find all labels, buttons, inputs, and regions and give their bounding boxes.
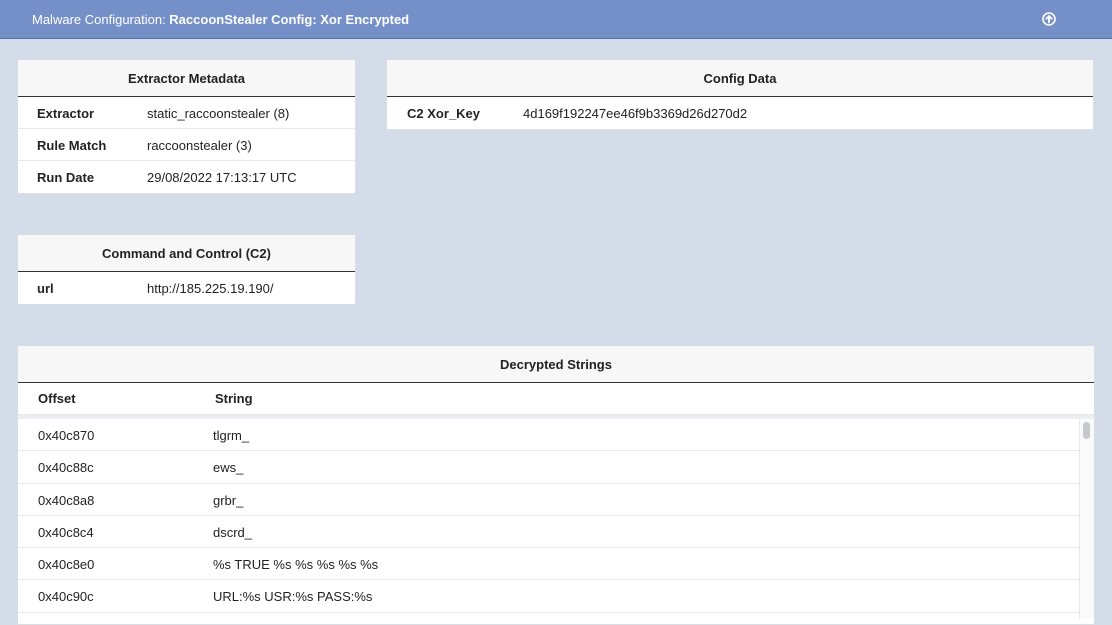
decrypted-strings-card: Decrypted Strings Offset String 0x40c870…	[17, 345, 1095, 625]
column-header-string[interactable]: String	[215, 391, 253, 406]
card-title: Command and Control (C2)	[18, 235, 355, 272]
title-name: RaccoonStealer Config: Xor Encrypted	[169, 12, 410, 27]
card-title: Config Data	[387, 60, 1093, 97]
strings-table-body[interactable]: 0x40c870 tlgrm_ 0x40c88c ews_ 0x40c8a8 g…	[18, 419, 1094, 619]
config-value: 4d169f192247ee46f9b3369d26d270d2	[523, 106, 748, 121]
card-title: Extractor Metadata	[18, 60, 355, 97]
scrollbar-thumb[interactable]	[1083, 422, 1090, 439]
metadata-key: Extractor	[37, 106, 95, 121]
row-offset: 0x40c90c	[38, 589, 94, 605]
c2-key: url	[37, 281, 54, 296]
title-prefix: Malware Configuration:	[32, 12, 170, 27]
table-row: 0x40c90c URL:%s USR:%s PASS:%s	[18, 580, 1080, 613]
metadata-value: raccoonstealer (3)	[147, 138, 252, 153]
config-data-card: Config Data C2 Xor_Key 4d169f192247ee46f…	[386, 59, 1094, 130]
c2-value: http://185.225.19.190/	[147, 281, 274, 296]
config-key: C2 Xor_Key	[407, 106, 480, 121]
metadata-value: static_raccoonstealer (8)	[147, 106, 290, 121]
column-header-offset[interactable]: Offset	[38, 391, 76, 406]
row-string: grbr_	[213, 492, 244, 508]
table-row: 0x40c88c ews_	[18, 451, 1080, 484]
extractor-metadata-card: Extractor Metadata Extractor static_racc…	[17, 59, 356, 194]
arrow-up-circle-icon	[1042, 12, 1056, 26]
row-offset: 0x40c88c	[38, 460, 94, 476]
scrollbar[interactable]	[1079, 419, 1094, 619]
c2-card: Command and Control (C2) url http://185.…	[17, 234, 356, 305]
row-offset: 0x40c8a8	[38, 492, 95, 508]
page-title: Malware Configuration: RaccoonStealer Co…	[32, 12, 409, 27]
metadata-value: 29/08/2022 17:13:17 UTC	[147, 170, 297, 185]
table-row: 0x40c870 tlgrm_	[18, 419, 1080, 452]
row-string: %s TRUE %s %s %s %s %s	[213, 557, 379, 573]
config-row: C2 Xor_Key 4d169f192247ee46f9b3369d26d27…	[387, 97, 1093, 129]
row-offset: 0x40c8c4	[38, 524, 94, 540]
metadata-key: Run Date	[37, 170, 95, 185]
metadata-row: Run Date 29/08/2022 17:13:17 UTC	[18, 161, 355, 193]
metadata-row: Rule Match raccoonstealer (3)	[18, 129, 355, 161]
table-row: 0x40c8c4 dscrd_	[18, 516, 1080, 549]
metadata-row: Extractor static_raccoonstealer (8)	[18, 97, 355, 129]
c2-row: url http://185.225.19.190/	[18, 272, 355, 304]
row-string: tlgrm_	[213, 428, 250, 443]
row-string: dscrd_	[213, 524, 253, 540]
table-row: 0x40c8e0 %s TRUE %s %s %s %s %s	[18, 548, 1080, 581]
row-string: URL:%s USR:%s PASS:%s	[213, 589, 373, 605]
table-header: Offset String	[18, 383, 1094, 415]
row-offset: 0x40c8e0	[38, 557, 95, 573]
top-bar: Malware Configuration: RaccoonStealer Co…	[0, 0, 1112, 39]
scroll-top-button[interactable]	[1042, 12, 1056, 26]
table-row: 0x40c8a8 grbr_	[18, 484, 1080, 516]
card-title: Decrypted Strings	[18, 346, 1094, 383]
metadata-key: Rule Match	[37, 138, 107, 153]
row-string: ews_	[213, 460, 244, 476]
row-offset: 0x40c870	[38, 428, 95, 443]
